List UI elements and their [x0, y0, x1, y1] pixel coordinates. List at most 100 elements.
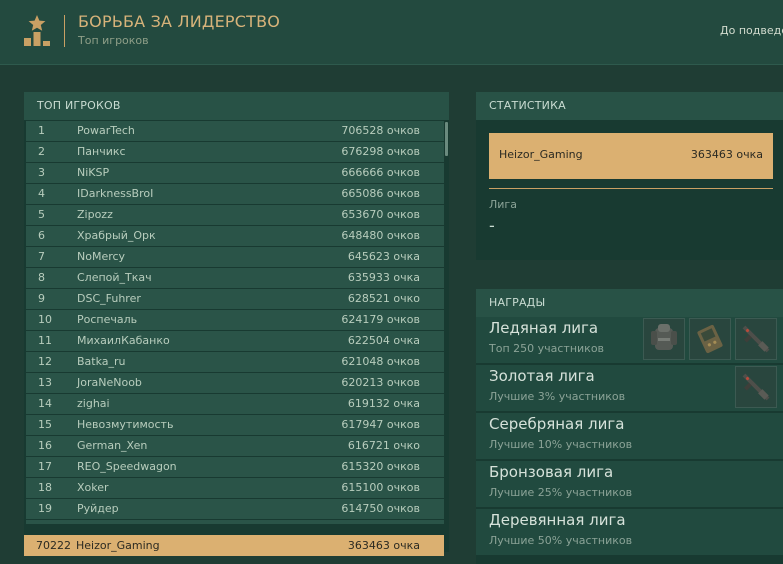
- row-player-name: JoraNeNoob: [77, 376, 142, 389]
- current-player-row[interactable]: 70222 Heizor_Gaming 363463 очка: [24, 535, 444, 556]
- row-score: 648480 очков: [341, 229, 420, 242]
- armor-icon[interactable]: [643, 318, 685, 360]
- row-score: 653670 очков: [341, 208, 420, 221]
- stats-divider: [489, 188, 773, 189]
- current-player-name: Heizor_Gaming: [76, 539, 160, 552]
- device-icon[interactable]: [689, 318, 731, 360]
- row-rank: 1: [38, 124, 45, 137]
- row-score: 614750 очков: [341, 502, 420, 515]
- reward-subtitle: Лучшие 10% участников: [489, 438, 633, 451]
- leaderboard-row[interactable]: 8 Слепой_Ткач 635933 очка: [26, 268, 444, 288]
- leaderboard-row[interactable]: 2 Панчикс 676298 очков: [26, 142, 444, 162]
- rifle-icon[interactable]: [735, 366, 777, 408]
- row-rank: 5: [38, 208, 45, 221]
- row-rank: 3: [38, 166, 45, 179]
- row-player-name: zighai: [77, 397, 110, 410]
- leaderboard-row[interactable]: 14 zighai 619132 очка: [26, 394, 444, 414]
- row-rank: 15: [38, 418, 52, 431]
- reward-subtitle: Топ 250 участников: [489, 342, 605, 355]
- row-score: 621048 очков: [341, 355, 420, 368]
- leaderboard-list[interactable]: 1 PowarTech 706528 очков 2 Панчикс 676298 очк…: [24, 120, 449, 524]
- row-score: 665086 очков: [341, 187, 420, 200]
- row-player-name: Слепой_Ткач: [77, 271, 152, 284]
- row-rank: 18: [38, 481, 52, 494]
- rewards-heading: НАГРАДЫ: [476, 289, 783, 317]
- leaderboard-row[interactable]: 9 DSC_Fuhrer 628521 очко: [26, 289, 444, 309]
- leaderboard-row[interactable]: 12 Batka_ru 621048 очков: [26, 352, 444, 372]
- row-score: 635933 очка: [347, 271, 420, 284]
- leaderboard-row[interactable]: 11 МихаилКабанко 622504 очка: [26, 331, 444, 351]
- row-rank: 17: [38, 460, 52, 473]
- row-rank: 7: [38, 250, 45, 263]
- reward-row[interactable]: Серебряная лига Лучшие 10% участников: [476, 413, 783, 459]
- row-score: 617947 очков: [341, 418, 420, 431]
- reward-row[interactable]: Бронзовая лига Лучшие 25% участников: [476, 461, 783, 507]
- leaderboard-row[interactable]: 18 Xoker 615100 очков: [26, 478, 444, 498]
- leaderboard-row[interactable]: 17 REO_Speedwagon 615320 очков: [26, 457, 444, 477]
- reward-subtitle: Лучшие 25% участников: [489, 486, 633, 499]
- row-rank: 13: [38, 376, 52, 389]
- row-player-name: DSC_Fuhrer: [77, 292, 141, 305]
- trophy-podium-icon: [24, 15, 50, 46]
- row-score: 613573 очка: [348, 520, 420, 524]
- row-rank: 16: [38, 439, 52, 452]
- leaderboard-row[interactable]: 10 Роспечаль 624179 очков: [26, 310, 444, 330]
- current-player-score: 363463 очка: [347, 539, 420, 552]
- row-score: 615320 очков: [341, 460, 420, 473]
- leaderboard-heading: ТОП ИГРОКОВ: [24, 92, 449, 120]
- row-player-name: Zipozz: [77, 208, 113, 221]
- leaderboard-row[interactable]: 1 PowarTech 706528 очков: [26, 121, 444, 141]
- leaderboard-row[interactable]: 7 NoMercy 645623 очка: [26, 247, 444, 267]
- reward-row[interactable]: Деревянная лига Лучшие 50% участников: [476, 509, 783, 555]
- stat-player-name: Heizor_Gaming: [499, 148, 583, 161]
- row-score: 622504 очка: [347, 334, 420, 347]
- leaderboard-row[interactable]: 19 Руйдер 614750 очков: [26, 499, 444, 519]
- page-title: БОРЬБА ЗА ЛИДЕРСТВО: [78, 12, 281, 31]
- current-player-rank: 70222: [36, 539, 71, 552]
- row-rank: 20: [38, 520, 52, 524]
- row-score: 628521 очко: [347, 292, 420, 305]
- row-score: 645623 очка: [347, 250, 420, 263]
- leaderboard-row[interactable]: 16 German_Xen 616721 очко: [26, 436, 444, 456]
- row-rank: 2: [38, 145, 45, 158]
- row-score: 666666 очков: [341, 166, 420, 179]
- league-value: -: [489, 216, 495, 235]
- top-header: БОРЬБА ЗА ЛИДЕРСТВО Топ игроков До подве…: [0, 0, 783, 65]
- reward-row[interactable]: Ледяная лига Топ 250 участников: [476, 317, 783, 363]
- reward-row[interactable]: Золотая лига Лучшие 3% участников: [476, 365, 783, 411]
- leaderboard-row[interactable]: 6 Храбрый_Орк 648480 очков: [26, 226, 444, 246]
- row-player-name: Панчикс: [77, 145, 126, 158]
- leaderboard-scrollbar[interactable]: [445, 122, 448, 156]
- timer-label: До подведен: [720, 24, 783, 37]
- row-rank: 6: [38, 229, 45, 242]
- reward-subtitle: Лучшие 50% участников: [489, 534, 633, 547]
- leaderboard-row[interactable]: 13 JoraNeNoob 620213 очков: [26, 373, 444, 393]
- header-divider: [64, 15, 65, 47]
- row-score: 676298 очков: [341, 145, 420, 158]
- row-player-name: МихаилКабанко: [77, 334, 170, 347]
- reward-title: Золотая лига: [489, 367, 595, 385]
- row-rank: 10: [38, 313, 52, 326]
- reward-title: Деревянная лига: [489, 511, 626, 529]
- rewards-panel: НАГРАДЫ Ледяная лига Топ 250 участников Зо…: [476, 289, 783, 564]
- row-rank: 14: [38, 397, 52, 410]
- row-rank: 9: [38, 292, 45, 305]
- row-score: 615100 очков: [341, 481, 420, 494]
- row-rank: 8: [38, 271, 45, 284]
- leaderboard-row[interactable]: 3 NiKSP 666666 очков: [26, 163, 444, 183]
- reward-title: Серебряная лига: [489, 415, 625, 433]
- league-label: Лига: [489, 198, 517, 211]
- reward-title: Ледяная лига: [489, 319, 599, 337]
- leaderboard-row[interactable]: 20 DARAY 613573 очка: [26, 520, 444, 524]
- rifle-icon[interactable]: [735, 318, 777, 360]
- leaderboard-row[interactable]: 15 Невозмутимость 617947 очков: [26, 415, 444, 435]
- leaderboard-row[interactable]: 4 IDarknessBroI 665086 очков: [26, 184, 444, 204]
- stat-player-score: 363463 очка: [690, 148, 763, 161]
- row-player-name: German_Xen: [77, 439, 148, 452]
- row-player-name: NiKSP: [77, 166, 110, 179]
- row-score: 624179 очков: [341, 313, 420, 326]
- row-score: 620213 очков: [341, 376, 420, 389]
- row-rank: 4: [38, 187, 45, 200]
- row-player-name: NoMercy: [77, 250, 126, 263]
- leaderboard-row[interactable]: 5 Zipozz 653670 очков: [26, 205, 444, 225]
